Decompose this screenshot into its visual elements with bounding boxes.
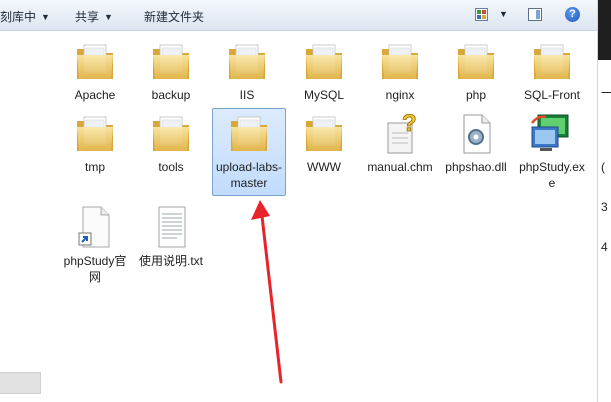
shortcut-icon	[78, 206, 110, 248]
file-item-phpshao-dll[interactable]: phpshao.dll	[441, 109, 511, 175]
file-item-tmp[interactable]: tmp	[60, 109, 130, 175]
file-label: php	[465, 88, 487, 102]
file-item-usage-txt[interactable]: 使用说明.txt	[136, 203, 206, 269]
folder-icon	[71, 109, 119, 157]
view-options-chevron-icon[interactable]: ▼	[499, 9, 508, 19]
file-item-phpstudy-exe[interactable]: phpStudy.exe	[517, 109, 587, 191]
file-item-www[interactable]: WWW	[289, 109, 359, 175]
file-label: SQL-Front	[523, 88, 580, 102]
navigation-pane	[0, 31, 53, 402]
file-label: backup	[151, 88, 191, 102]
folder-icon	[300, 37, 348, 85]
folder-icon	[528, 37, 576, 85]
chm-help-icon: ?	[387, 110, 417, 154]
file-item-php[interactable]: php	[441, 37, 511, 103]
folder-icon	[452, 37, 500, 85]
file-item-apache[interactable]: Apache	[60, 37, 130, 103]
share-label: 共享	[75, 10, 100, 24]
chevron-down-icon: ▼	[41, 12, 50, 22]
file-label: phpStudy官网	[63, 254, 127, 284]
file-item-nginx[interactable]: nginx	[365, 37, 435, 103]
file-item-backup[interactable]: backup	[136, 37, 206, 103]
folder-icon	[71, 37, 119, 85]
phpstudy-app-icon	[531, 114, 569, 151]
red-annotation-arrow	[251, 200, 283, 384]
include-in-library-label: 刻库中	[0, 10, 37, 24]
file-label: manual.chm	[367, 160, 433, 174]
new-folder-button[interactable]: 新建文件夹	[144, 8, 204, 25]
folder-icon	[147, 109, 195, 157]
share-menu[interactable]: 共享 ▼	[75, 8, 113, 25]
folder-icon	[376, 37, 424, 85]
text-file-icon	[158, 206, 186, 248]
file-item-mysql[interactable]: MySQL	[289, 37, 359, 103]
folder-icon	[300, 109, 348, 157]
file-label: tmp	[84, 160, 105, 174]
background-window-dark	[598, 0, 611, 60]
file-item-iis[interactable]: IIS	[212, 37, 282, 103]
background-text: 4	[601, 240, 608, 254]
help-icon[interactable]: ?	[565, 7, 580, 22]
background-text: (	[601, 160, 605, 174]
file-label: 使用说明.txt	[138, 254, 203, 268]
file-label: upload-labs-master	[215, 160, 283, 190]
dll-gear-icon	[463, 114, 491, 154]
file-label: IIS	[239, 88, 255, 102]
file-item-upload-labs-master[interactable]: upload-labs-master	[212, 108, 286, 196]
folder-icon	[223, 37, 271, 85]
include-in-library-menu[interactable]: 刻库中 ▼	[0, 8, 50, 25]
file-label: MySQL	[303, 88, 344, 102]
file-item-manual-chm[interactable]: ? manual.chm	[365, 109, 435, 175]
file-label: Apache	[74, 88, 116, 102]
chevron-down-icon: ▼	[104, 12, 113, 22]
file-label: phpStudy.exe	[519, 160, 585, 190]
folder-icon	[147, 37, 195, 85]
file-item-tools[interactable]: tools	[136, 109, 206, 175]
svg-text:?: ?	[402, 110, 417, 137]
file-label: phpshao.dll	[445, 160, 507, 174]
file-label: nginx	[385, 88, 415, 102]
file-item-phpstudy-website[interactable]: phpStudy官网	[60, 203, 130, 285]
preview-pane-icon[interactable]	[528, 8, 542, 21]
background-text: 3	[601, 200, 608, 214]
file-item-sql-front[interactable]: SQL-Front	[517, 37, 587, 103]
folder-icon	[225, 109, 273, 157]
file-label: tools	[158, 160, 184, 174]
background-window-edge: 一 ( 3 4	[597, 0, 611, 402]
command-bar: 刻库中 ▼ 共享 ▼ 新建文件夹 ▼ ?	[0, 0, 597, 31]
nav-selected-item[interactable]	[0, 372, 41, 394]
file-label: WWW	[307, 160, 341, 174]
change-view-icon[interactable]	[475, 8, 488, 21]
background-text: 一	[601, 86, 611, 100]
